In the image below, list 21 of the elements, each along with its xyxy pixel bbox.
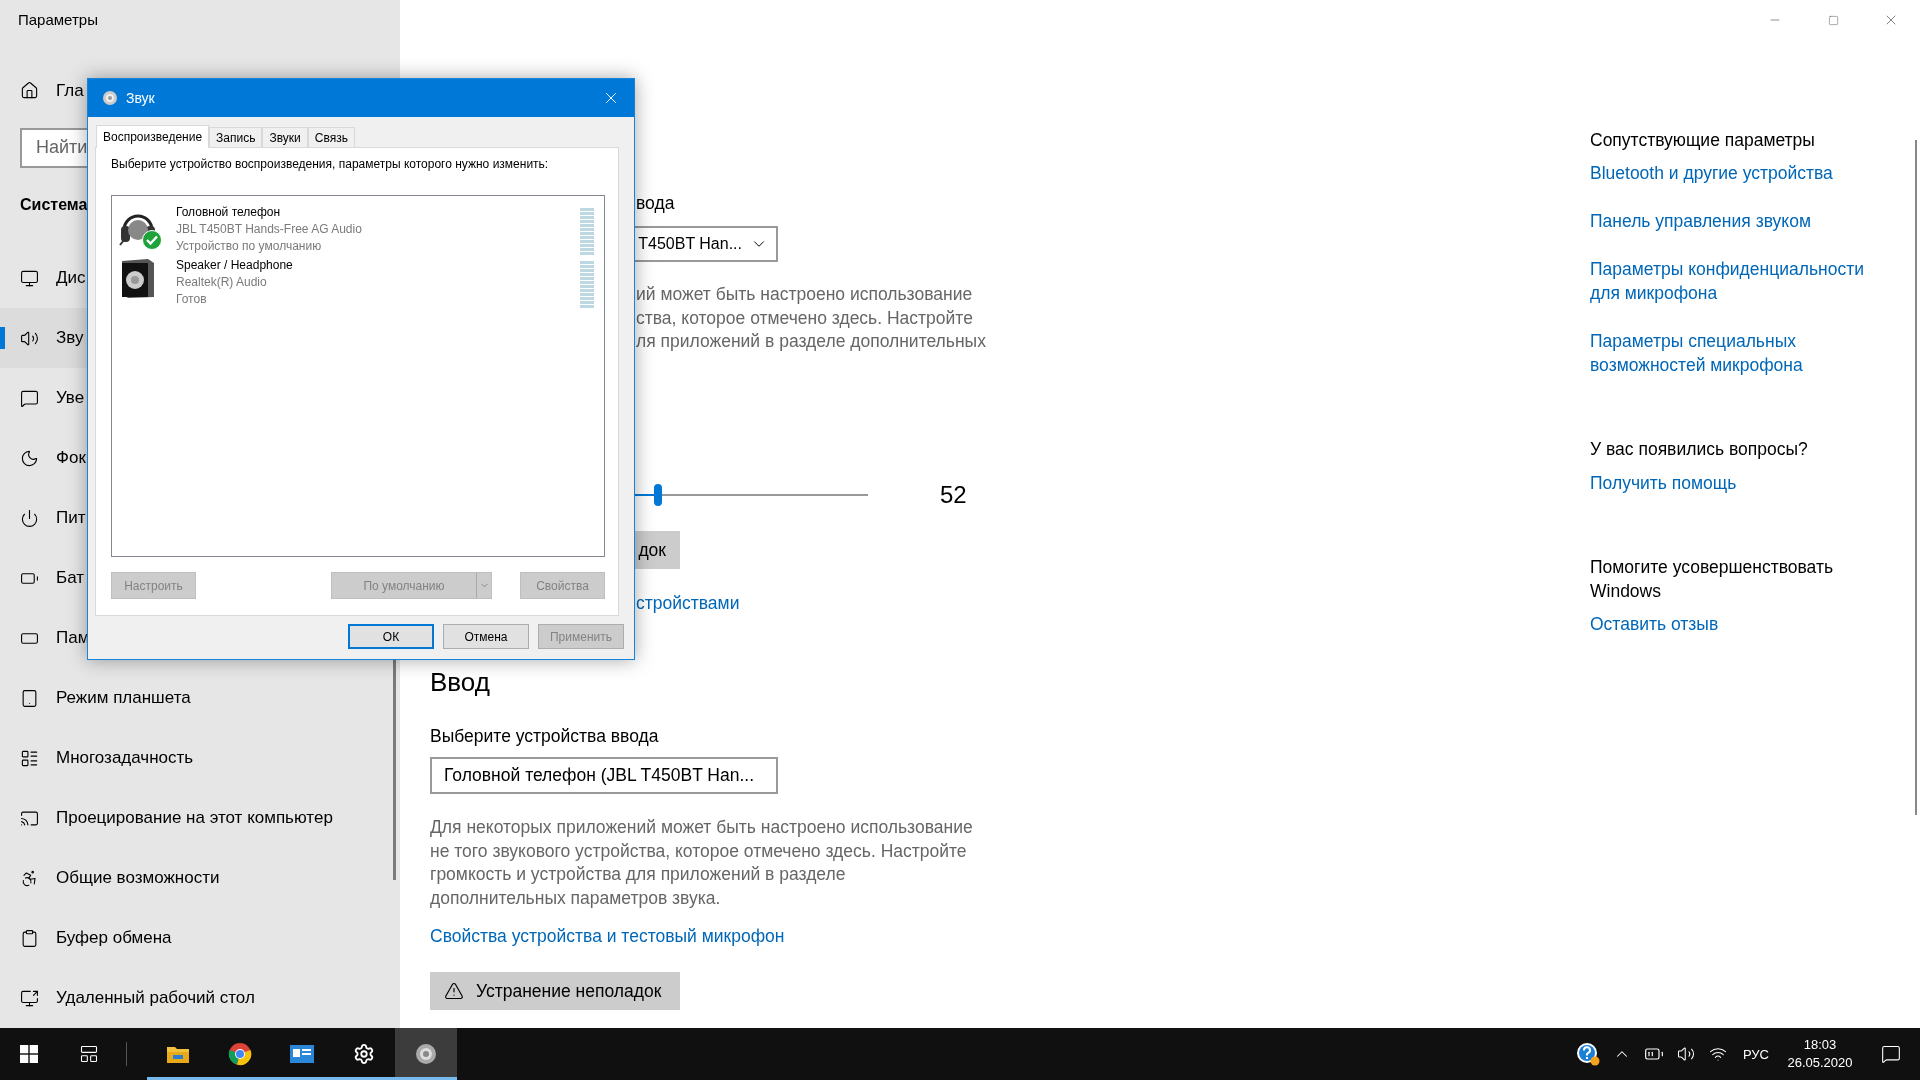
field-label: вода bbox=[636, 192, 675, 214]
device-name: Speaker / Headphone bbox=[176, 257, 293, 274]
device-driver: Realtek(R) Audio bbox=[176, 274, 267, 291]
device-driver: JBL T450BT Hands-Free AG Audio bbox=[176, 221, 362, 238]
description-text: ий может быть настроено использование bbox=[636, 283, 973, 306]
questions-heading: У вас появились вопросы? bbox=[1590, 438, 1809, 461]
section-heading: Ввод bbox=[430, 666, 490, 698]
description-text: ля приложений в разделе дополнительных bbox=[636, 330, 986, 353]
improve-heading: Помогите усовершенствовать Windows bbox=[1590, 556, 1835, 603]
description-text: ства, которое отмечено здесь. Настройте bbox=[636, 306, 973, 330]
dialog-title: Звук bbox=[126, 90, 155, 106]
device-name: Головной телефон bbox=[176, 204, 281, 221]
volume-value: 52 bbox=[940, 480, 967, 509]
instruction-text: Выберите устройство воспроизведения, параметры которого нужно изменить: bbox=[111, 157, 549, 171]
device-status: Устройство по умолчанию bbox=[176, 238, 322, 255]
description-text: Для некоторых приложений может быть настроено использование не того звукового устройства, которое отмечено здесь. Настройте громкость и устройства для приложений в разделе дополнительных параметров звука. bbox=[430, 816, 974, 910]
related-settings-heading: Сопутствующие параметры bbox=[1590, 129, 1816, 152]
section-title: Система bbox=[20, 196, 88, 215]
field-label: Выберите устройства ввода bbox=[430, 725, 659, 747]
device-status: Готов bbox=[176, 291, 207, 308]
window-title: Параметры bbox=[18, 11, 98, 29]
